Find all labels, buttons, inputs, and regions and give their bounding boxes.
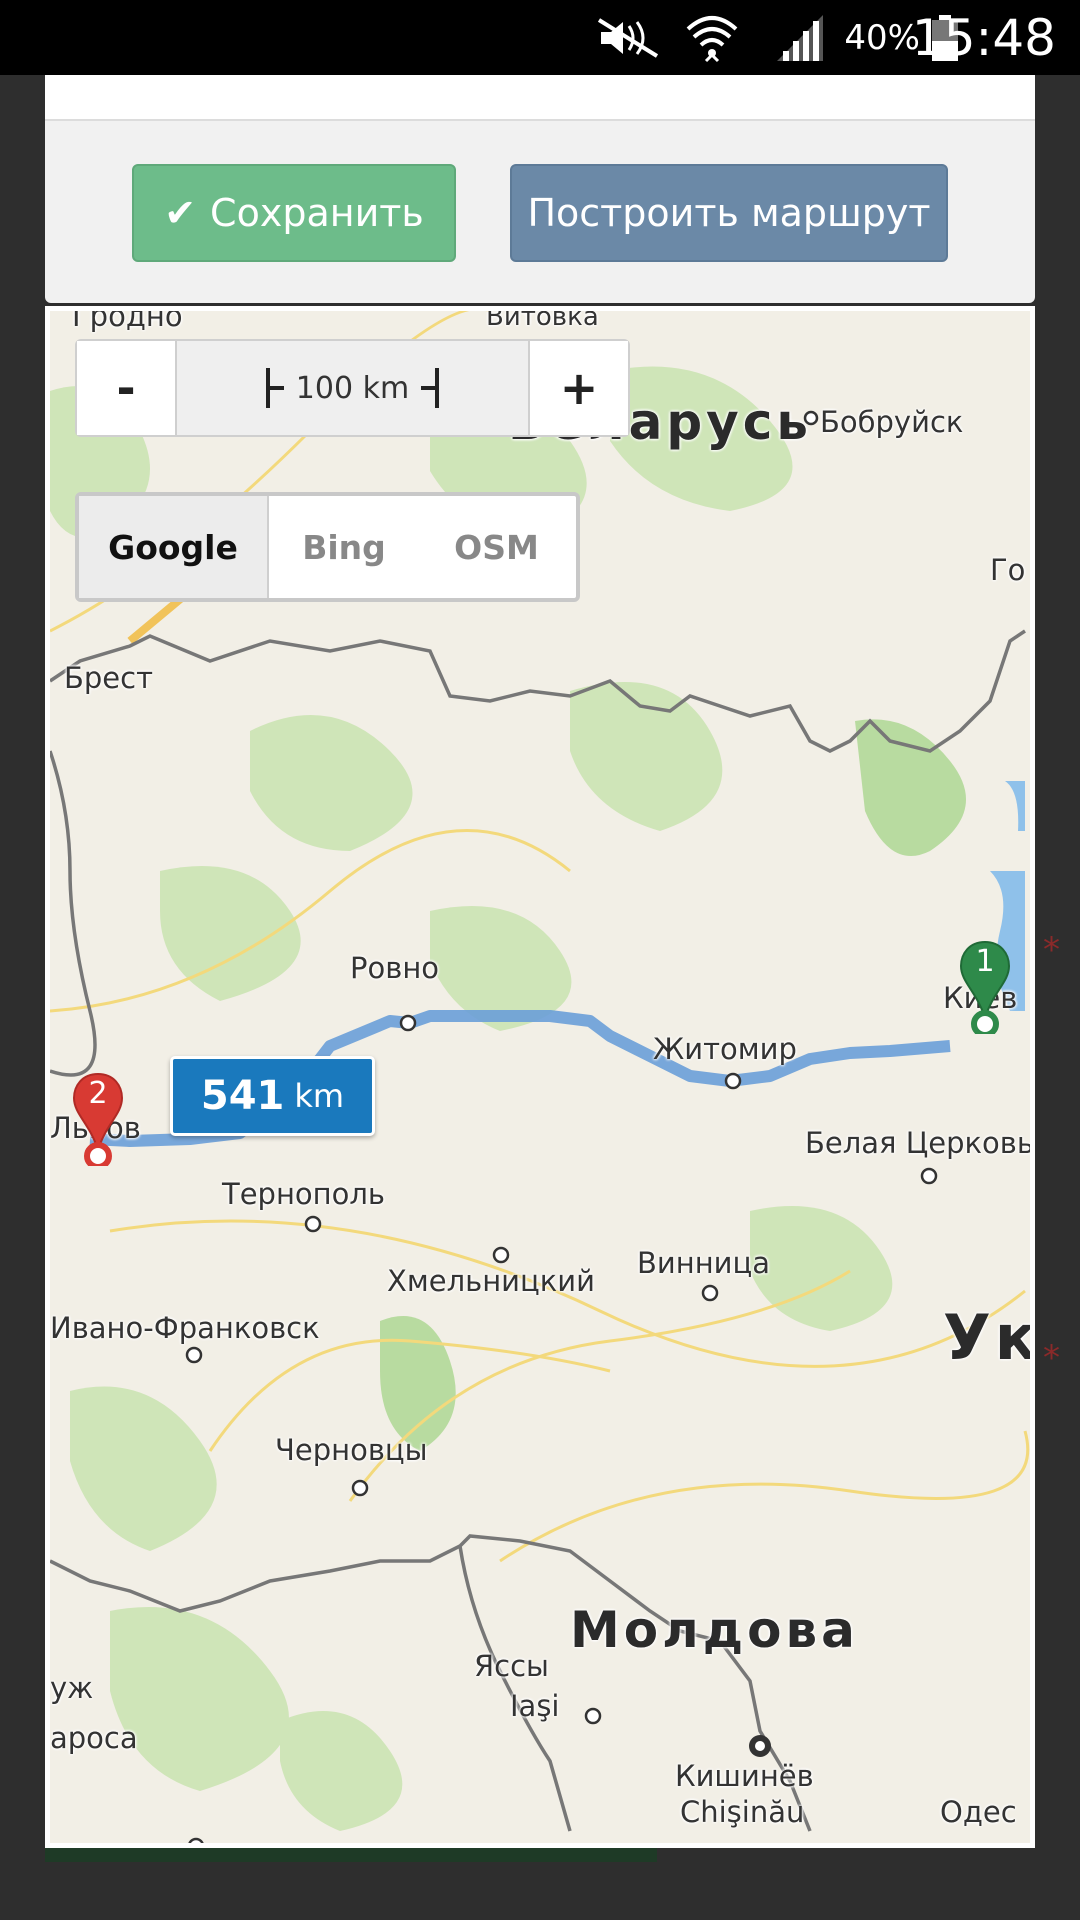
- scale-right-tick: [421, 368, 440, 408]
- zoom-control: - 100 km +: [75, 339, 630, 437]
- build-route-button-label: Построить маршрут: [527, 191, 931, 235]
- map-label-ivano-frankovsk: Ивано-Франковск: [50, 1311, 320, 1345]
- scale-indicator: 100 km: [177, 341, 528, 435]
- route-distance-badge: 541 km: [170, 1056, 375, 1136]
- save-button[interactable]: ✔ Сохранить: [132, 164, 456, 262]
- scale-left-tick: [265, 368, 284, 408]
- route-marker-end-label: 2: [88, 1076, 108, 1111]
- map-label-chisinau-ro: Chişinău: [680, 1795, 805, 1829]
- route-marker-start[interactable]: 1: [959, 938, 1019, 1038]
- layer-osm-button[interactable]: OSM: [419, 496, 574, 598]
- map-label-chernovtsy: Черновцы: [275, 1433, 428, 1467]
- mute-icon: [595, 0, 665, 75]
- asterisk-mark: *: [1043, 930, 1060, 970]
- map-label-belaya-tserkov: Белая Церковь: [805, 1126, 1034, 1160]
- save-button-label: Сохранить: [210, 191, 424, 235]
- map-label-khmelnitsky: Хмельницкий: [387, 1264, 595, 1298]
- map-label-uzh: уж: [50, 1671, 94, 1705]
- map-label-odessa: Одес: [940, 1795, 1017, 1829]
- map-label-iasi-ro: Iaşi: [510, 1689, 560, 1723]
- map-label-chisinau-ru: Кишинёв: [675, 1759, 814, 1793]
- wifi-icon: [684, 0, 740, 75]
- bottom-strip: [45, 1848, 657, 1862]
- map-label-vinnitsa: Винница: [637, 1246, 771, 1280]
- check-icon: ✔: [164, 191, 197, 235]
- map-label-grodno: Гродно: [72, 306, 183, 333]
- layer-google-button[interactable]: Google: [79, 496, 269, 598]
- signal-icon: [775, 0, 825, 75]
- route-distance-unit: km: [294, 1077, 345, 1115]
- map-label-aroca: ароса: [50, 1721, 138, 1755]
- status-bar: 40% 15:48: [0, 0, 1080, 75]
- scale-label: 100 km: [295, 370, 410, 406]
- clock: 15:48: [911, 8, 1056, 67]
- map-label-vitovka: Витовка: [486, 306, 599, 332]
- zoom-out-button[interactable]: -: [77, 341, 177, 435]
- map-label-bobruisk: Бобруйск: [820, 405, 964, 439]
- map-label-ukraine: Ук: [943, 1301, 1035, 1374]
- zoom-in-button[interactable]: +: [528, 341, 628, 435]
- build-route-button[interactable]: Построить маршрут: [510, 164, 948, 262]
- battery-level: 40%: [844, 17, 920, 58]
- map-label-brest: Брест: [64, 661, 153, 695]
- route-marker-start-label: 1: [975, 944, 995, 979]
- map-label-iasi-ru: Яссы: [474, 1649, 549, 1683]
- panel-top-strip: [45, 75, 1035, 121]
- asterisk-mark: *: [1043, 1338, 1060, 1378]
- route-marker-end[interactable]: 2: [72, 1070, 132, 1170]
- map-layer-switcher: Google Bing OSM: [75, 492, 580, 602]
- map-view[interactable]: Гродно Витовка Беларусь Бобруйск Го Брес…: [45, 306, 1035, 1848]
- map-label-rovno: Ровно: [350, 951, 440, 985]
- route-distance-value: 541: [200, 1073, 285, 1119]
- map-label-go: Го: [990, 553, 1026, 587]
- map-label-ternopol: Тернополь: [222, 1177, 385, 1211]
- map-label-zhitomir: Житомир: [653, 1032, 797, 1066]
- layer-bing-button[interactable]: Bing: [269, 496, 419, 598]
- action-panel: ✔ Сохранить Построить маршрут: [45, 75, 1035, 303]
- map-label-moldova: Молдова: [570, 1601, 859, 1659]
